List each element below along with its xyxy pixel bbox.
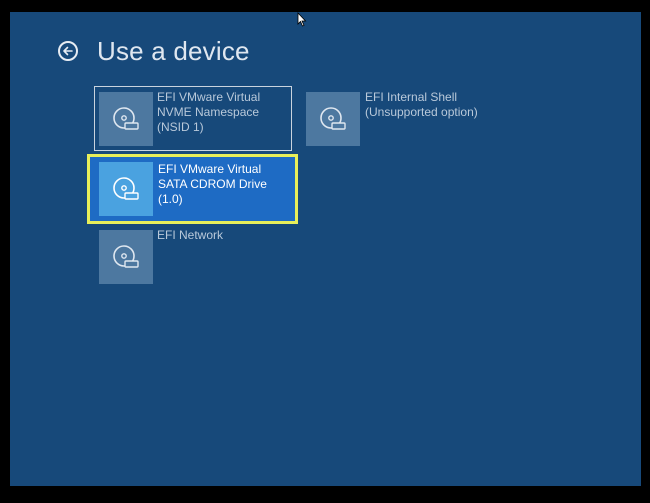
mouse-pointer-icon <box>297 12 307 27</box>
page-title: Use a device <box>97 36 250 66</box>
device-tile-nvme[interactable]: EFI VMware Virtual NVME Namespace (NSID … <box>94 86 292 151</box>
disc-drive-icon <box>113 177 139 200</box>
device-icon-box <box>99 230 153 284</box>
device-icon-box <box>99 162 153 216</box>
back-button[interactable] <box>58 41 78 61</box>
device-label: EFI Network <box>157 228 224 242</box>
disc-drive-icon <box>113 245 139 268</box>
device-tile-internal-shell[interactable]: EFI Internal Shell (Unsupported option) <box>303 86 503 151</box>
device-icon-box <box>99 92 153 146</box>
device-icon-box <box>306 92 360 146</box>
device-label: EFI VMware Virtual NVME Namespace (NSID … <box>157 90 261 134</box>
boot-options-screen: Use a device EFI VMware Virtual NVME Nam… <box>10 12 641 486</box>
device-tile-sata-cdrom[interactable]: EFI VMware Virtual SATA CDROM Drive (1.0… <box>87 154 298 224</box>
disc-drive-icon <box>320 107 346 130</box>
disc-drive-icon <box>113 107 139 130</box>
device-label: EFI VMware Virtual SATA CDROM Drive (1.0… <box>158 162 267 206</box>
back-arrow-icon <box>63 46 73 56</box>
device-label: EFI Internal Shell (Unsupported option) <box>365 90 478 119</box>
device-tile-network[interactable]: EFI Network <box>95 226 295 291</box>
